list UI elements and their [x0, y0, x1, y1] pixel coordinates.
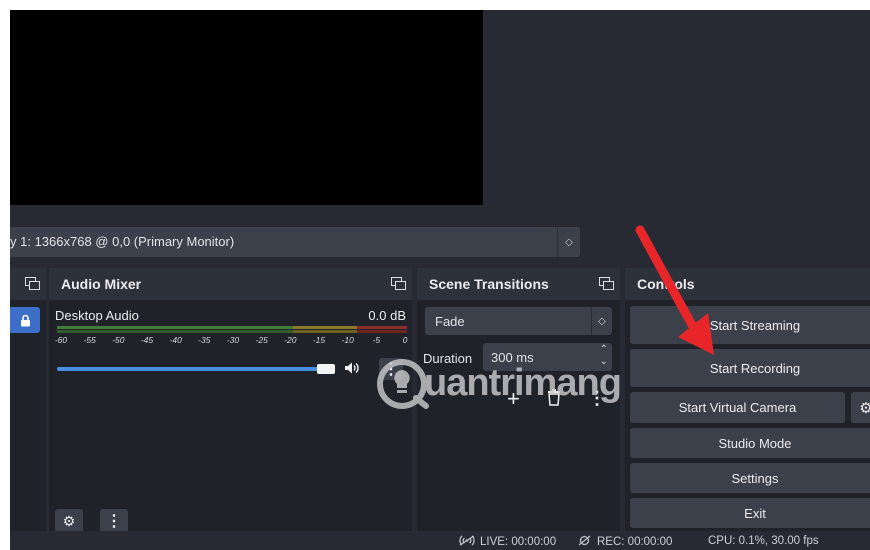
lock-icon[interactable] — [10, 307, 40, 333]
add-transition-button[interactable]: + — [507, 386, 520, 412]
duration-value: 300 ms — [491, 350, 534, 365]
red-arrow-annotation — [635, 225, 714, 355]
meter-tick-label: -20 — [284, 335, 297, 345]
volume-slider-handle[interactable] — [317, 364, 335, 374]
meter-tick-label: -60 — [54, 335, 68, 345]
rec-icon — [578, 535, 591, 546]
meter-tick-label: -55 — [83, 335, 96, 345]
audio-mixer-dock: Audio Mixer Desktop Audio 0.0 dB -60 -55 -… — [49, 268, 412, 533]
duration-label: Duration — [423, 351, 473, 366]
rec-status: REC: 00:00:00 — [578, 535, 672, 548]
status-bar: LIVE: 00:00:00 REC: 00:00:00 CPU: 0.1%, … — [10, 531, 870, 550]
undock-icon[interactable] — [25, 277, 40, 290]
virtual-camera-gear-icon[interactable]: ⚙ — [851, 392, 870, 423]
start-virtual-camera-button[interactable]: Start Virtual Camera — [630, 392, 845, 423]
advanced-audio-gear-icon[interactable]: ⚙ — [55, 509, 83, 533]
meter-tick-label: -30 — [226, 335, 240, 345]
exit-button[interactable]: Exit — [630, 498, 870, 528]
transition-menu-button[interactable]: ⋮ — [588, 388, 606, 409]
meter-tick-label: -50 — [112, 335, 125, 345]
mixer-menu-button[interactable]: ⋮ — [100, 509, 128, 533]
scene-transitions-title: Scene Transitions — [429, 276, 549, 292]
meter-green-zone-2 — [57, 330, 293, 333]
live-time: LIVE: 00:00:00 — [480, 536, 557, 548]
rec-time: REC: 00:00:00 — [597, 536, 673, 548]
select-spinner-icon[interactable]: ◇ — [557, 227, 580, 257]
duration-spinbox[interactable]: 300 ms ⌃ ⌄ — [483, 343, 612, 371]
speaker-icon[interactable] — [344, 361, 360, 380]
meter-tick-label: -5 — [372, 335, 381, 345]
meter-tick-label: -10 — [341, 335, 354, 345]
meter-tick-label: -25 — [255, 335, 268, 345]
channel-name: Desktop Audio — [55, 308, 139, 323]
meter-tick-label: -40 — [169, 335, 182, 345]
scene-transitions-header: Scene Transitions — [417, 268, 620, 300]
transition-spinner-icon[interactable]: ◇ — [591, 307, 612, 335]
meter-yellow-zone — [293, 326, 357, 329]
meter-tick-label: -15 — [312, 335, 326, 345]
live-icon — [459, 535, 475, 546]
volume-slider-track[interactable] — [57, 367, 323, 371]
meter-red-zone-2 — [357, 330, 407, 333]
obs-window: y 1: 1366x768 @ 0,0 (Primary Monitor) ◇ … — [10, 10, 870, 550]
transition-value: Fade — [435, 314, 465, 329]
transition-select[interactable]: Fade ◇ — [425, 307, 612, 335]
settings-button[interactable]: Settings — [630, 463, 870, 493]
meter-yellow-zone-2 — [293, 330, 357, 333]
meter-green-zone — [57, 326, 293, 329]
undock-icon[interactable] — [599, 277, 614, 290]
scene-transitions-dock: Scene Transitions Fade ◇ Duration 300 ms… — [417, 268, 620, 531]
cpu-status: CPU: 0.1%, 30.00 fps — [708, 535, 819, 547]
preview-background — [483, 10, 870, 215]
trash-icon[interactable] — [547, 389, 561, 411]
audio-mixer-title: Audio Mixer — [61, 276, 142, 292]
duration-stepper-icon[interactable]: ⌃ ⌄ — [600, 344, 608, 368]
display-source-select[interactable]: y 1: 1366x768 @ 0,0 (Primary Monitor) ◇ — [10, 227, 580, 257]
live-status: LIVE: 00:00:00 — [458, 535, 556, 548]
meter-tick-label: 0 — [402, 335, 408, 345]
preview-canvas[interactable] — [10, 10, 483, 205]
meter-red-zone — [357, 326, 407, 329]
channel-level: 0.0 dB — [368, 308, 406, 323]
audio-mixer-header: Audio Mixer — [49, 268, 412, 300]
undock-icon[interactable] — [391, 277, 406, 290]
studio-mode-button[interactable]: Studio Mode — [630, 428, 870, 458]
meter-scale: -60 -55 -50 -45 -40 -35 -30 -25 -20 -15 -10 -5 0 — [54, 335, 408, 347]
display-source-value: y 1: 1366x768 @ 0,0 (Primary Monitor) — [10, 234, 235, 249]
channel-menu-button[interactable]: ⋮ — [379, 358, 403, 380]
sources-dock-header — [10, 268, 46, 300]
meter-tick-label: -35 — [198, 335, 211, 345]
meter-tick-label: -45 — [140, 335, 154, 345]
